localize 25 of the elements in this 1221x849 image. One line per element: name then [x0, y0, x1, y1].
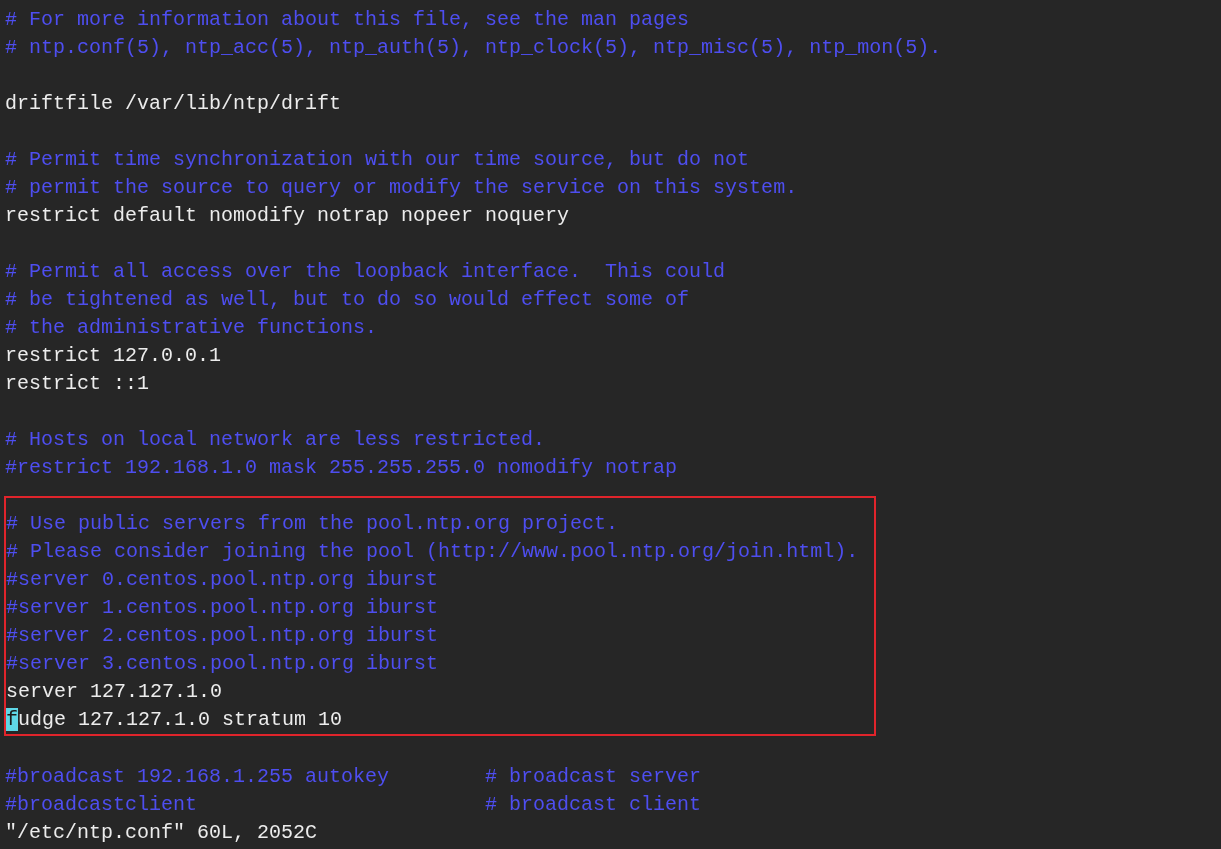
code-line: driftfile /var/lib/ntp/drift — [5, 92, 342, 115]
text-cursor: f — [6, 708, 18, 731]
comment-line: #server 1.centos.pool.ntp.org iburst — [6, 596, 439, 619]
code-line: restrict 127.0.0.1 — [5, 344, 222, 367]
comment-line: #restrict 192.168.1.0 mask 255.255.255.0 nomodify notrap — [5, 456, 678, 479]
code-line: restrict default nomodify notrap nopeer noquery — [5, 204, 570, 227]
comment-line: # For more information about this file, see the man pages — [5, 8, 690, 31]
code-line: udge 127.127.1.0 stratum 10 — [18, 708, 343, 731]
comment-line: # the administrative functions. — [5, 316, 378, 339]
comment-line: # permit the source to query or modify the service on this system. — [5, 176, 798, 199]
comment-line: #broadcast 192.168.1.255 autokey # broadcast server — [5, 765, 702, 788]
comment-line: # be tightened as well, but to do so would effect some of — [5, 288, 690, 311]
comment-line: # Use public servers from the pool.ntp.org project. — [6, 512, 619, 535]
comment-line: # Permit time synchronization with our time source, but do not — [5, 148, 750, 171]
comment-line: # Hosts on local network are less restricted. — [5, 428, 546, 451]
comment-line: #server 2.centos.pool.ntp.org iburst — [6, 624, 439, 647]
code-line: restrict ::1 — [5, 372, 150, 395]
comment-line: #server 3.centos.pool.ntp.org iburst — [6, 652, 439, 675]
comment-line: # ntp.conf(5), ntp_acc(5), ntp_auth(5), ntp_clock(5), ntp_misc(5), ntp_mon(5). — [5, 36, 942, 59]
code-line: server 127.127.1.0 — [6, 680, 223, 703]
comment-line: # Please consider joining the pool (http://www.pool.ntp.org/join.html). — [6, 540, 859, 563]
comment-line: # Permit all access over the loopback interface. This could — [5, 260, 726, 283]
comment-line: #server 0.centos.pool.ntp.org iburst — [6, 568, 439, 591]
comment-line: #broadcastclient # broadcast client — [5, 793, 702, 816]
status-line: "/etc/ntp.conf" 60L, 2052C — [5, 821, 318, 844]
